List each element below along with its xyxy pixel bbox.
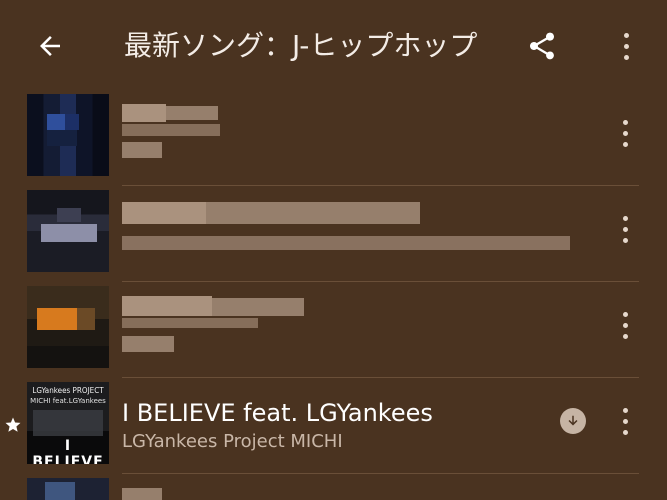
song-thumbnail <box>27 190 109 272</box>
song-more-button[interactable] <box>604 208 646 250</box>
song-row[interactable] <box>0 90 667 186</box>
top-app-bar: 最新ソング：J-ヒップホップ <box>0 0 667 90</box>
more-vert-icon <box>622 215 628 243</box>
song-title: I BELIEVE feat. LGYankees <box>122 399 433 427</box>
song-artist: LGYankees Project MICHI <box>122 431 343 452</box>
song-more-button[interactable] <box>604 112 646 154</box>
page-title: 最新ソング：J-ヒップホップ <box>124 29 478 62</box>
more-vert-icon <box>622 119 628 147</box>
overflow-menu-button[interactable] <box>604 24 648 68</box>
more-vert-icon <box>623 32 629 60</box>
cover-title: I BELIEVE <box>32 438 104 464</box>
song-row[interactable] <box>0 186 667 282</box>
more-vert-icon <box>622 407 628 435</box>
song-thumbnail <box>27 478 109 500</box>
song-thumbnail <box>27 286 109 368</box>
song-row[interactable] <box>0 282 667 378</box>
song-more-button[interactable] <box>604 400 646 442</box>
share-icon <box>530 32 554 60</box>
star-icon <box>5 417 21 432</box>
arrow-back-icon <box>40 36 60 56</box>
cover-text-line2: MICHI feat.LGYankees <box>30 397 106 405</box>
song-thumbnail <box>27 94 109 176</box>
song-thumbnail: LGYankees PROJECT MICHI feat.LGYankees I… <box>27 382 109 464</box>
cover-text-line1: LGYankees PROJECT <box>32 386 104 395</box>
more-vert-icon <box>622 311 628 339</box>
song-more-button[interactable] <box>604 304 646 346</box>
song-row[interactable]: LGYankees PROJECT MICHI feat.LGYankees I… <box>0 378 667 474</box>
share-button[interactable] <box>520 24 564 68</box>
download-button[interactable] <box>560 408 586 434</box>
back-button[interactable] <box>28 24 72 68</box>
song-row[interactable] <box>0 474 667 500</box>
download-icon <box>568 415 578 426</box>
